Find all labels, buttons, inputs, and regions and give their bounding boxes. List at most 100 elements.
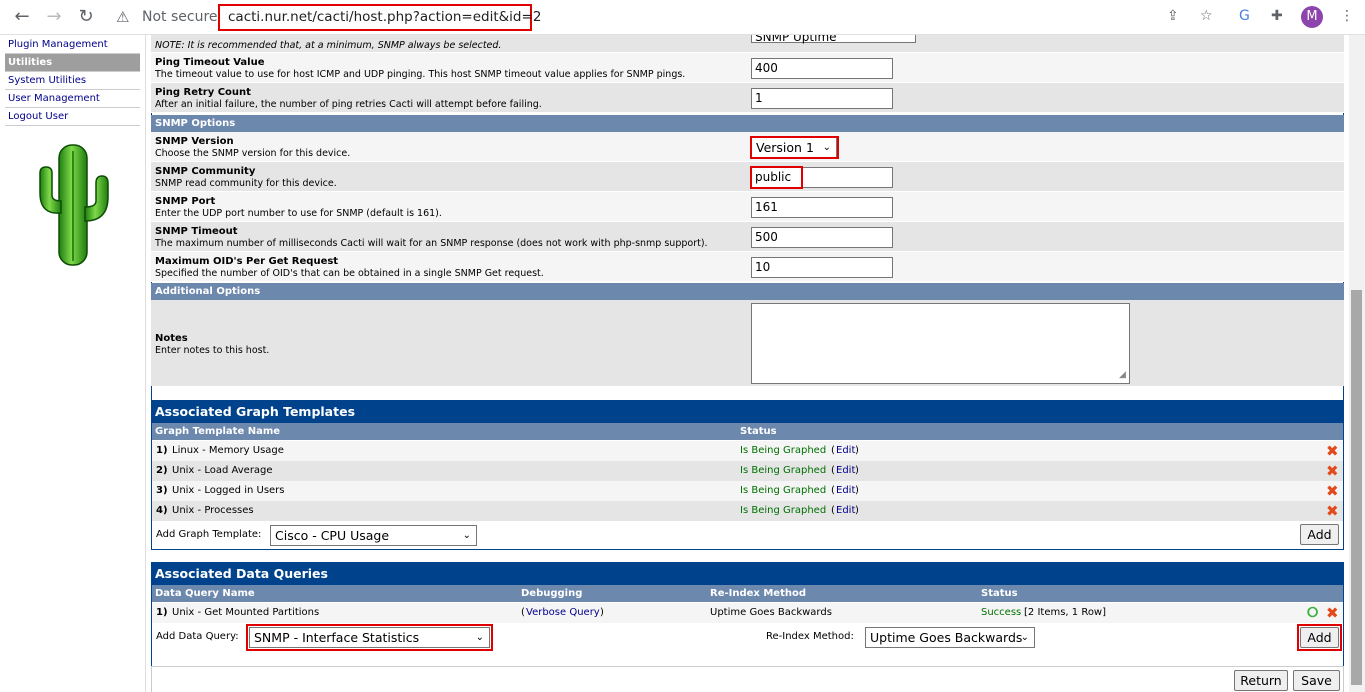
select-value: Uptime Goes Backwards [870,630,1023,645]
field-title: Ping Timeout Value [155,57,265,68]
status-text: Is Being Graphed [740,445,827,456]
bookmark-star-icon[interactable]: ☆ [1200,8,1213,24]
delete-icon[interactable]: ✖ [1326,501,1339,521]
section-header-additional: Additional Options [151,283,1344,300]
field-title: SNMP Community [155,166,256,177]
vertical-scrollbar[interactable] [1349,35,1365,692]
max-oids-input[interactable]: 10 [751,257,893,278]
snmp-port-input[interactable]: 161 [751,197,893,218]
field-title: SNMP Timeout [155,226,238,237]
edit-paren-close: ) [855,445,859,456]
form-footer: Return Save [151,666,1344,692]
warning-icon[interactable]: ⚠ [116,8,129,26]
snmp-timeout-input[interactable]: 500 [751,227,893,248]
field-title: Ping Retry Count [155,87,251,98]
edit-link[interactable]: Edit [836,501,855,521]
panel-title: Associated Graph Templates [152,401,1343,423]
chevron-down-icon: ⌄ [462,530,471,541]
field-row-ping-timeout: Ping Timeout Value The timeout value to … [151,53,1344,83]
edit-link[interactable]: Edit [836,481,855,501]
chevron-down-icon: ⌄ [1020,632,1029,643]
table-row: 1) Unix - Get Mounted Partitions ( Verbo… [152,603,1343,623]
availability-select[interactable]: SNMP Uptime [751,35,916,44]
field-description: The maximum number of milliseconds Cacti… [155,238,708,249]
graph-templates-panel: Associated Graph Templates Graph Templat… [151,400,1344,550]
field-description: Specified the number of OID's that can b… [155,268,544,279]
add-graph-template-select[interactable]: Cisco - CPU Usage ⌄ [270,525,477,546]
more-menu-icon[interactable]: ⋮ [1340,8,1354,24]
field-description: The timeout value to use for host ICMP a… [155,69,686,80]
forward-icon[interactable]: → [42,5,66,29]
field-description: After an initial failure, the number of … [155,99,542,110]
edit-link[interactable]: Edit [836,441,855,461]
resize-handle-icon[interactable]: ◢ [1119,370,1126,380]
field-description: Enter notes to this host. [155,345,270,356]
address-bar[interactable]: cacti.nur.net/cacti/host.php?action=edit… [218,4,541,31]
select-value: Cisco - CPU Usage [275,528,390,543]
field-row-snmp-timeout: SNMP Timeout The maximum number of milli… [151,222,1344,252]
field-description: Enter the UDP port number to use for SNM… [155,208,442,219]
edit-paren-close: ) [855,505,859,516]
field-description: SNMP read community for this device. [155,178,337,189]
reload-icon[interactable]: ↻ [74,5,98,29]
row-number: 1) [156,445,168,456]
security-label[interactable]: Not secure [142,9,218,25]
extensions-icon[interactable]: ✚ [1271,8,1283,24]
highlight-box [750,136,839,159]
profile-avatar[interactable]: M [1301,6,1323,28]
host-edit-form: NOTE: It is recommended that, at a minim… [151,35,1344,692]
field-title: Notes [155,333,188,344]
delete-icon[interactable]: ✖ [1326,441,1339,461]
partial-field-row: NOTE: It is recommended that, at a minim… [151,35,1344,53]
reload-query-icon[interactable]: ⭘ [1307,603,1318,623]
delete-icon[interactable]: ✖ [1326,461,1339,481]
sidebar-item-logout-user[interactable]: Logout User [5,108,140,126]
column-header-name: Data Query Name [155,588,255,599]
status-text: Is Being Graphed [740,505,827,516]
template-name: Unix - Load Average [172,465,273,476]
highlight-box [750,166,803,189]
ping-timeout-input[interactable]: 400 [751,58,893,79]
table-row: 4) Unix - Processes Is Being Graphed ( E… [152,501,1343,521]
edit-paren-open: ( [831,445,835,456]
column-header-debugging: Debugging [521,588,583,599]
field-description: Choose the SNMP version for this device. [155,148,351,159]
verbose-query-link[interactable]: Verbose Query [526,603,600,623]
add-graph-template-button[interactable]: Add [1300,524,1339,545]
translate-icon[interactable]: G [1239,8,1250,24]
sidebar-item-utilities[interactable]: Utilities [5,54,140,72]
share-icon[interactable]: ⇪ [1167,8,1179,24]
row-number: 2) [156,465,168,476]
column-header-reindex: Re-Index Method [710,588,807,599]
sidebar-item-user-management[interactable]: User Management [5,90,140,108]
edit-link[interactable]: Edit [836,461,855,481]
table-header: Data Query Name Debugging Re-Index Metho… [152,585,1343,602]
table-row: 2) Unix - Load Average Is Being Graphed … [152,461,1343,481]
ping-retry-input[interactable]: 1 [751,88,893,109]
edit-paren-open: ( [831,465,835,476]
sidebar-item-system-utilities[interactable]: System Utilities [5,72,140,90]
status-extra: [2 Items, 1 Row] [1024,607,1107,618]
debug-paren-close: ) [600,607,604,618]
edit-paren-open: ( [831,505,835,516]
field-row-snmp-version: SNMP Version Choose the SNMP version for… [151,132,1344,162]
row-number: 1) [156,607,168,618]
notes-textarea[interactable] [751,303,1130,384]
column-header-status: Status [740,426,777,437]
delete-icon[interactable]: ✖ [1326,603,1339,623]
query-name: Unix - Get Mounted Partitions [172,607,320,618]
reindex-method-select[interactable]: Uptime Goes Backwards ⌄ [865,627,1035,648]
highlight-box [246,624,493,651]
field-title: SNMP Version [155,136,234,147]
delete-icon[interactable]: ✖ [1326,481,1339,501]
field-row-snmp-community: SNMP Community SNMP read community for t… [151,162,1344,192]
column-header-status: Status [981,588,1018,599]
back-icon[interactable]: ← [10,5,34,29]
sidebar-item-plugin-management[interactable]: Plugin Management [5,36,140,54]
save-button[interactable]: Save [1293,670,1340,691]
scrollbar-thumb[interactable] [1351,290,1362,685]
field-row-notes: Notes Enter notes to this host. ◢ [151,300,1344,386]
return-button[interactable]: Return [1234,670,1288,691]
field-title: Maximum OID's Per Get Request [155,256,339,267]
debug-paren-open: ( [521,607,525,618]
